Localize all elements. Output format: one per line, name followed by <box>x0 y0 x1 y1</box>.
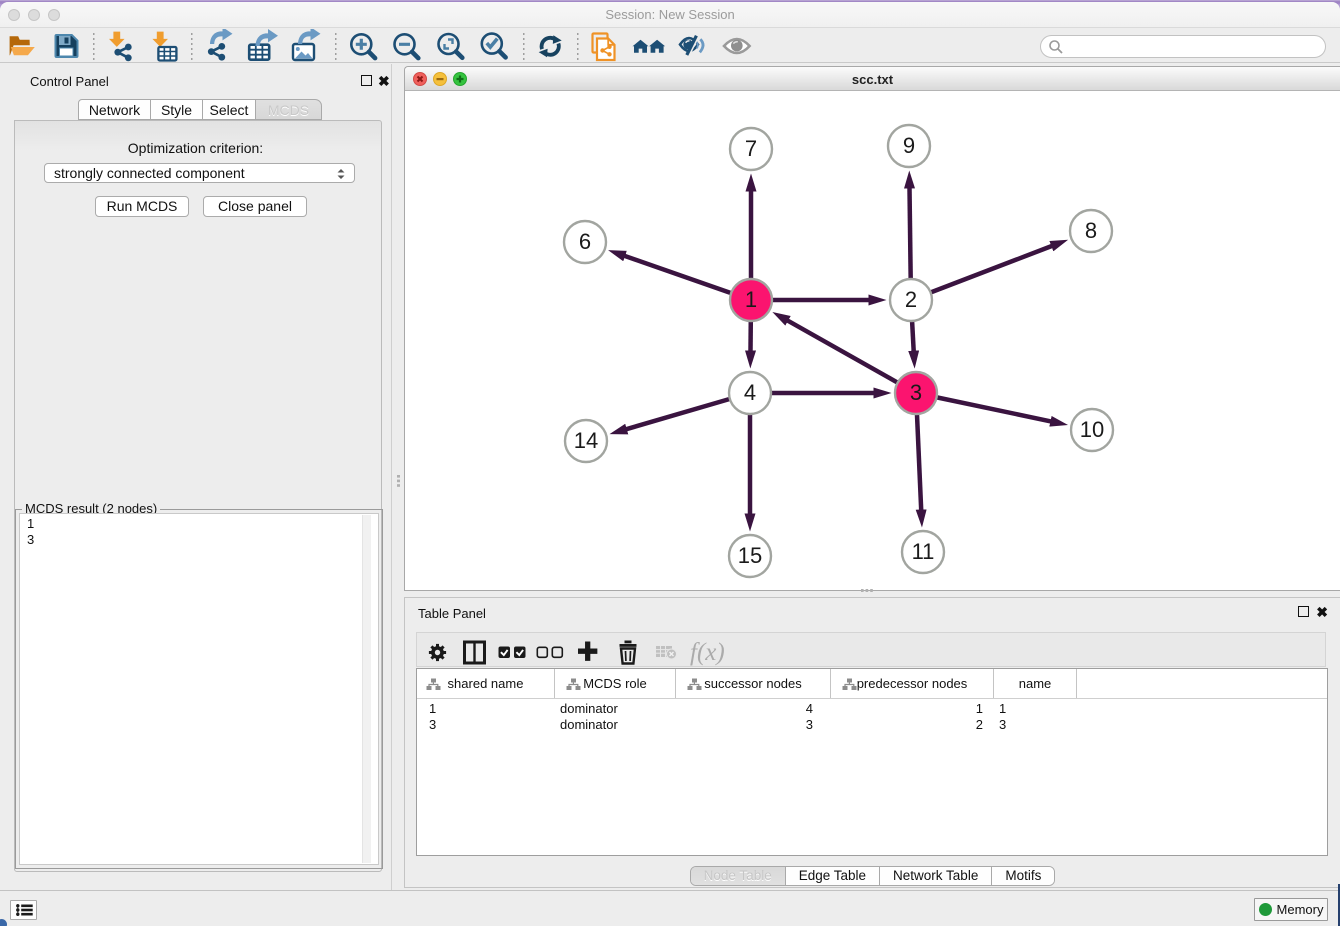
svg-text:2: 2 <box>905 287 917 312</box>
svg-text:7: 7 <box>745 136 757 161</box>
svg-text:11: 11 <box>912 539 935 564</box>
svg-text:f(x): f(x) <box>690 639 725 666</box>
svg-text:15: 15 <box>738 543 762 568</box>
svg-text:4: 4 <box>744 380 756 405</box>
svg-text:10: 10 <box>1080 417 1104 442</box>
svg-text:6: 6 <box>579 229 591 254</box>
svg-text:9: 9 <box>903 133 915 158</box>
svg-text:1: 1 <box>745 287 757 312</box>
svg-text:8: 8 <box>1085 218 1097 243</box>
svg-text:3: 3 <box>910 380 922 405</box>
svg-text:14: 14 <box>574 428 598 453</box>
